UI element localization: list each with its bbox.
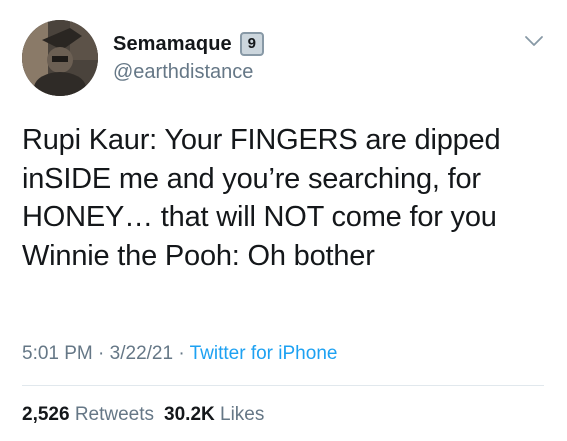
tweet-text-line: HONEY… that will NOT come for you bbox=[22, 201, 497, 233]
meta-separator: · bbox=[92, 343, 110, 364]
meta-separator: · bbox=[173, 343, 190, 364]
tweet-card: Semamaque 9 @earthdistance Rupi Kaur: Yo… bbox=[0, 0, 567, 441]
tweet-meta: 5:01 PM · 3/22/21 · Twitter for iPhone bbox=[22, 343, 337, 365]
likes-count: 30.2K bbox=[164, 404, 215, 425]
likes-label: Likes bbox=[220, 404, 265, 425]
retweets-count: 2,526 bbox=[22, 404, 70, 425]
display-name[interactable]: Semamaque bbox=[113, 33, 232, 56]
tweet-text-line: inSIDE me and you’re searching, for bbox=[22, 162, 481, 195]
tweet-text-line: Rupi Kaur: Your FINGERS are dipped bbox=[22, 124, 501, 156]
engagement-stats: 2,526 Retweets 30.2K Likes bbox=[22, 404, 264, 426]
tweet-text-line: Winnie the Pooh: Oh bother bbox=[22, 239, 375, 272]
avatar[interactable] bbox=[22, 20, 98, 96]
likes-stat[interactable]: 30.2K Likes bbox=[164, 404, 264, 425]
chevron-down-icon[interactable] bbox=[523, 33, 545, 49]
tweet-text: Rupi Kaur: Your FINGERS are dipped inSID… bbox=[22, 121, 552, 275]
divider bbox=[22, 385, 544, 386]
display-name-row: Semamaque 9 bbox=[113, 31, 264, 57]
retweets-label: Retweets bbox=[74, 404, 155, 425]
number-badge: 9 bbox=[239, 32, 264, 56]
tweet-date: 3/22/21 bbox=[109, 343, 174, 364]
tweet-time: 5:01 PM bbox=[22, 343, 93, 364]
avatar-image bbox=[22, 20, 98, 96]
user-handle[interactable]: @earthdistance bbox=[113, 61, 253, 84]
tweet-source-link[interactable]: Twitter for iPhone bbox=[190, 343, 338, 364]
retweets-stat[interactable]: 2,526 Retweets bbox=[22, 404, 154, 425]
